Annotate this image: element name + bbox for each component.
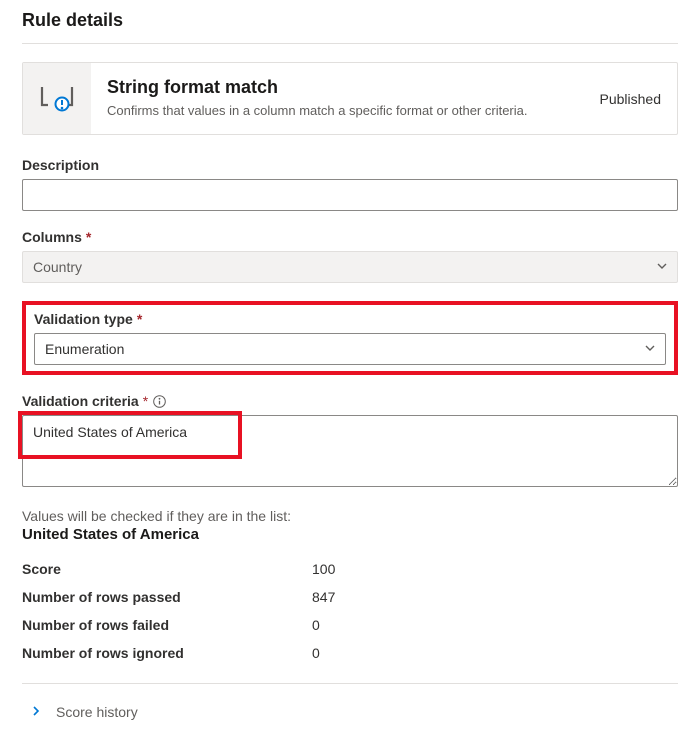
description-field: Description [22, 157, 678, 211]
divider [22, 43, 678, 44]
columns-select[interactable] [22, 251, 678, 283]
rows-ignored-value: 0 [312, 639, 678, 667]
rule-title: String format match [107, 77, 580, 98]
rule-header: String format match Confirms that values… [22, 62, 678, 135]
required-indicator: * [86, 229, 91, 245]
validation-criteria-field: Validation criteria * [22, 393, 678, 490]
rows-passed-value: 847 [312, 583, 678, 611]
table-row: Number of rows passed 847 [22, 583, 678, 611]
table-row: Number of rows ignored 0 [22, 639, 678, 667]
table-row: Score 100 [22, 555, 678, 583]
description-input[interactable] [22, 179, 678, 211]
rule-status: Published [600, 91, 662, 107]
score-value: 100 [312, 555, 678, 583]
chevron-right-icon [30, 704, 42, 720]
stats-table: Score 100 Number of rows passed 847 Numb… [22, 555, 678, 667]
columns-label: Columns [22, 229, 82, 245]
rows-passed-label: Number of rows passed [22, 583, 312, 611]
table-row: Number of rows failed 0 [22, 611, 678, 639]
check-value: United States of America [22, 526, 678, 543]
validation-criteria-input[interactable] [22, 415, 678, 487]
required-indicator: * [143, 393, 148, 409]
score-history-label: Score history [56, 704, 138, 720]
required-indicator: * [137, 311, 142, 327]
rows-failed-label: Number of rows failed [22, 611, 312, 639]
divider [22, 683, 678, 684]
validation-type-select[interactable] [34, 333, 666, 365]
rows-ignored-label: Number of rows ignored [22, 639, 312, 667]
info-icon[interactable] [152, 394, 166, 408]
columns-field: Columns * [22, 229, 678, 283]
validation-type-highlight: Validation type * [22, 301, 678, 375]
description-label: Description [22, 157, 678, 173]
rule-type-icon [23, 63, 91, 134]
score-history-toggle[interactable]: Score history [22, 698, 678, 726]
rows-failed-value: 0 [312, 611, 678, 639]
validation-criteria-label: Validation criteria [22, 393, 139, 409]
rule-description: Confirms that values in a column match a… [107, 102, 580, 120]
score-label: Score [22, 555, 312, 583]
check-description: Values will be checked if they are in th… [22, 508, 678, 524]
page-title: Rule details [22, 10, 678, 31]
validation-type-label: Validation type [34, 311, 133, 327]
